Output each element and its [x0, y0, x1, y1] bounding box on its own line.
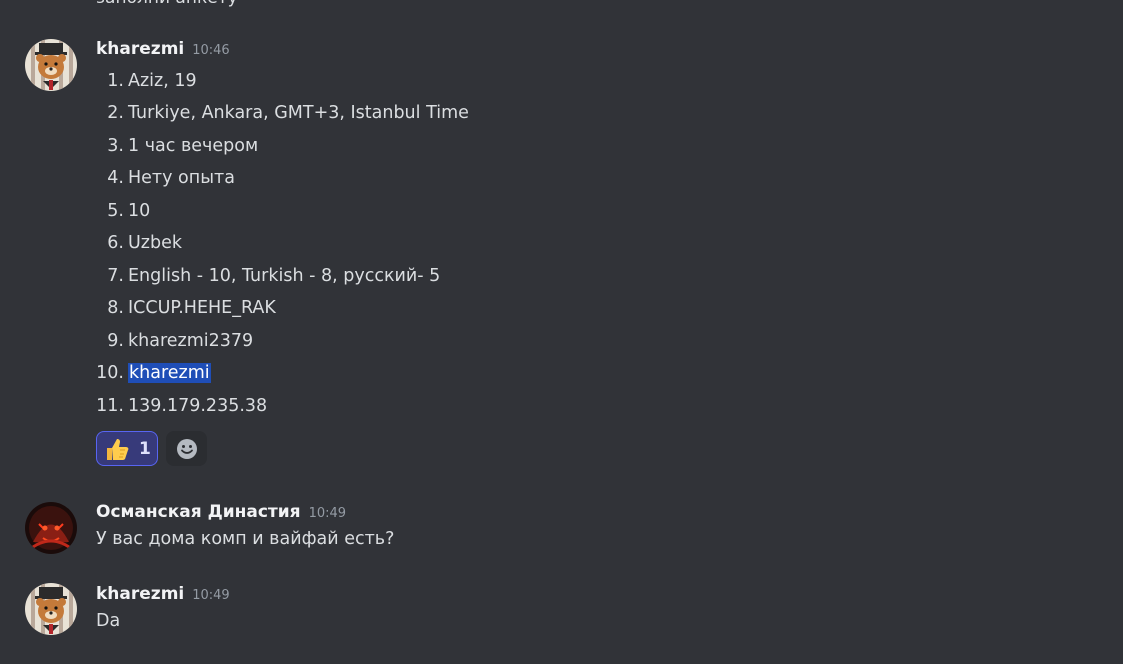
- timestamp[interactable]: 10:49: [309, 506, 346, 521]
- add-reaction-button[interactable]: [166, 431, 207, 466]
- selected-text: kharezmi: [128, 363, 211, 383]
- reaction-thumbs-up[interactable]: 1: [96, 431, 158, 466]
- message-header: Османская Династия 10:49: [96, 502, 346, 522]
- partial-message-text: заполни анкету: [96, 0, 238, 8]
- thumbs-up-icon: [107, 438, 129, 460]
- timestamp[interactable]: 10:46: [192, 43, 229, 58]
- avatar[interactable]: [25, 39, 77, 91]
- avatar[interactable]: [25, 502, 77, 554]
- message-text: У вас дома комп и вайфай есть?: [96, 529, 395, 549]
- timestamp[interactable]: 10:49: [192, 588, 229, 603]
- username[interactable]: kharezmi: [96, 39, 184, 59]
- avatar[interactable]: [25, 583, 77, 635]
- username[interactable]: kharezmi: [96, 584, 184, 604]
- reaction-count: 1: [139, 438, 151, 459]
- chat-messages: заполни анкету: [0, 0, 1123, 664]
- smiley-icon: [176, 438, 197, 459]
- message-header: kharezmi 10:46: [96, 39, 230, 59]
- message-text: Da: [96, 611, 121, 631]
- username[interactable]: Османская Династия: [96, 502, 301, 522]
- message-header: kharezmi 10:49: [96, 584, 230, 604]
